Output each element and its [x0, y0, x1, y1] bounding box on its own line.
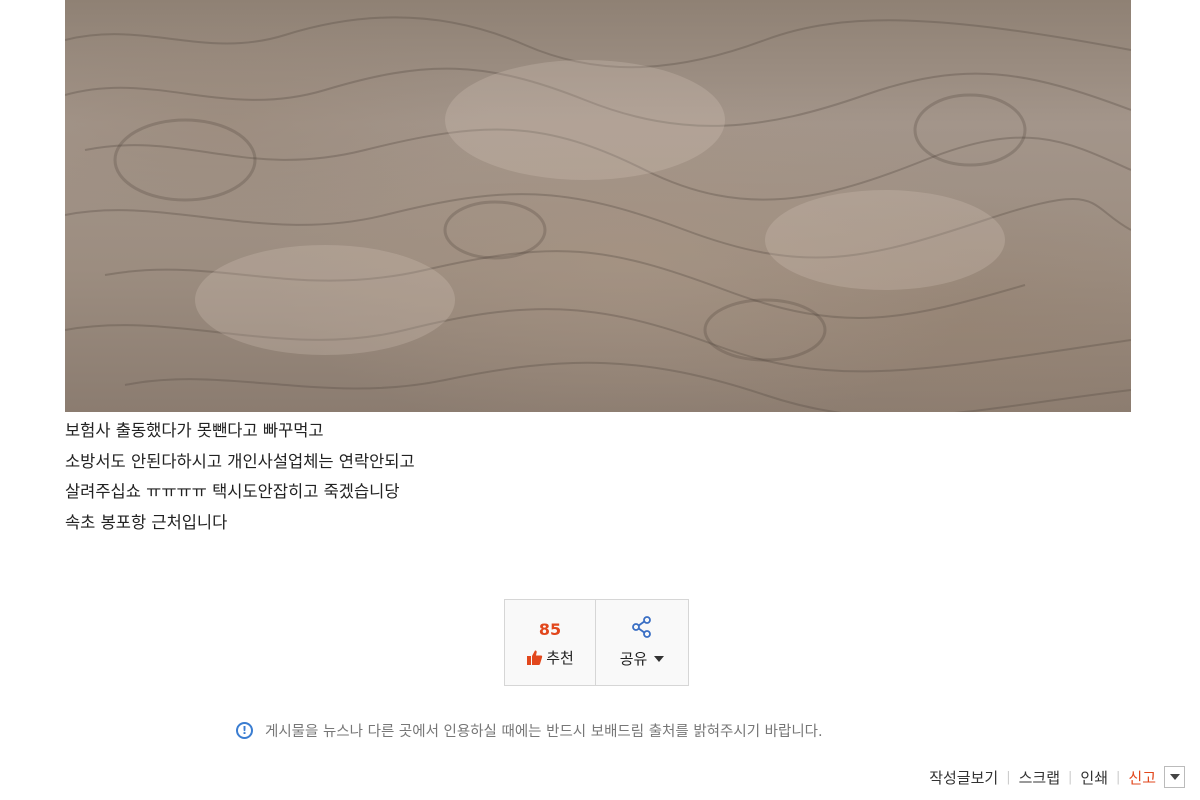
- divider: |: [1116, 769, 1121, 785]
- post-line: 보험사 출동했다가 못뺀다고 빠꾸먹고: [65, 421, 324, 440]
- share-icon: [631, 616, 653, 642]
- divider: |: [1068, 769, 1073, 785]
- info-icon: !: [236, 722, 253, 739]
- more-dropdown-button[interactable]: [1164, 766, 1185, 788]
- print-link[interactable]: 인쇄: [1080, 767, 1108, 788]
- recommend-count: 85: [538, 619, 562, 639]
- post-actions: 작성글보기 | 스크랩 | 인쇄 | 신고: [929, 766, 1185, 788]
- share-button[interactable]: 공유: [596, 599, 689, 686]
- post-image: [65, 0, 1131, 412]
- recommend-label: 추천: [546, 648, 574, 667]
- divider: |: [1006, 769, 1011, 785]
- view-author-posts-link[interactable]: 작성글보기: [929, 767, 998, 788]
- scrap-link[interactable]: 스크랩: [1019, 767, 1060, 788]
- chevron-down-icon: [1169, 774, 1180, 780]
- vote-share-box: 85 추천 공유: [504, 599, 689, 686]
- share-label: 공유: [619, 650, 648, 668]
- chevron-down-icon: [654, 655, 665, 662]
- post-body: 보험사 출동했다가 못뺀다고 빠꾸먹고 소방서도 안된다하시고 개인사설업체는 …: [65, 416, 415, 538]
- recommend-button[interactable]: 85 추천: [504, 599, 596, 686]
- thumbs-up-icon: [526, 649, 543, 666]
- report-link[interactable]: 신고: [1128, 767, 1156, 788]
- post-line: 속초 봉포항 근처입니다: [65, 512, 228, 532]
- post-line: 소방서도 안된다하시고 개인사설업체는 연락안되고: [65, 451, 415, 471]
- notice-text: 게시물을 뉴스나 다른 곳에서 인용하실 때에는 반드시 보배드림 출처를 밝혀…: [265, 724, 823, 740]
- sand-ripples: [65, 16, 1131, 412]
- citation-notice: ! 게시물을 뉴스나 다른 곳에서 인용하실 때에는 반드시 보배드림 출처를 …: [236, 720, 823, 741]
- post-line: 살려주십쇼 ㅠㅠㅠㅠ 택시도안잡히고 죽겠습니당: [65, 482, 400, 501]
